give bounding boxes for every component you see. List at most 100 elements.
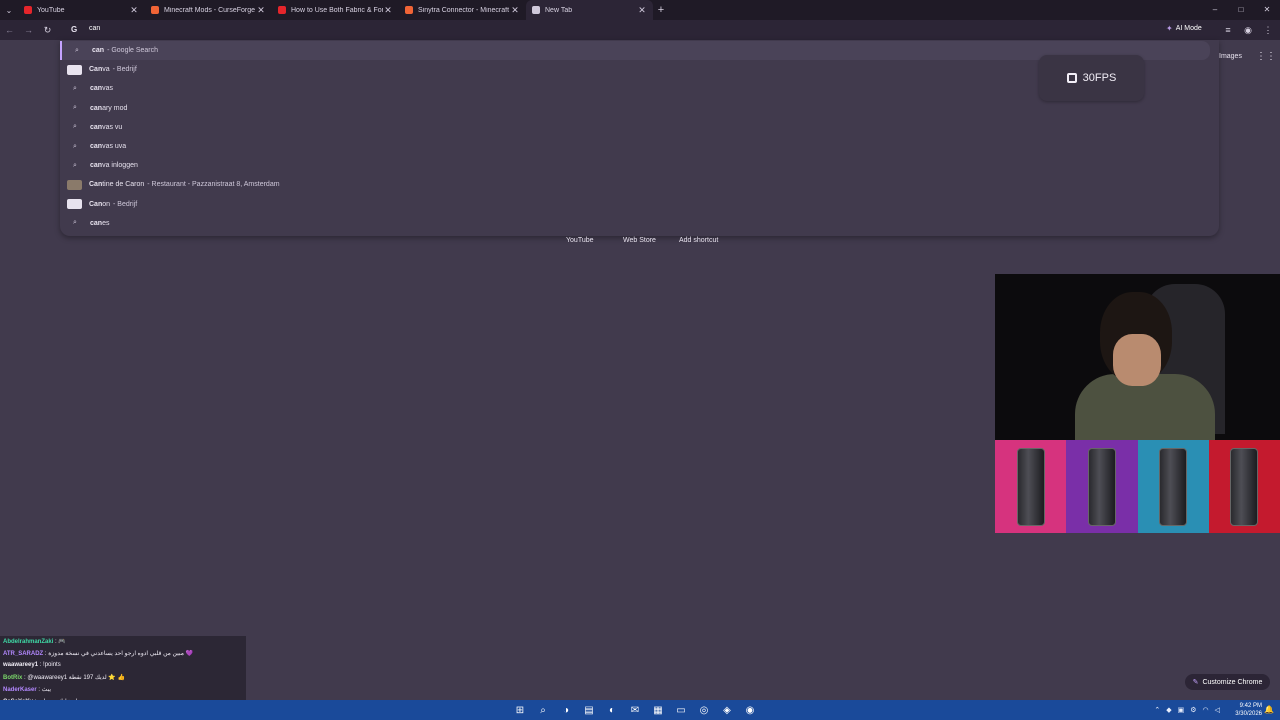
chat-username: NaderKaser <box>3 687 37 693</box>
suggestion-match: can <box>90 104 103 112</box>
suggestion-item[interactable]: ⌕ can ary mod <box>60 99 1210 118</box>
suggestion-text: es <box>102 219 110 227</box>
toolbar-actions: ≡ ◉ ⋮ <box>1222 20 1274 40</box>
system-tray: ⌃ ◆ ▣ ⚙ ◠ ◁ <box>1154 700 1220 720</box>
tab-close-icon[interactable]: ✕ <box>256 5 266 16</box>
tab-close-icon[interactable]: ✕ <box>383 5 393 16</box>
site-favicon-icon <box>67 199 82 210</box>
edge-icon[interactable]: ◐ <box>604 702 620 718</box>
images-link[interactable]: Images <box>1219 53 1242 60</box>
steam-icon[interactable]: ◈ <box>719 702 735 718</box>
suggestion-subtitle: - Bedrijf <box>113 200 138 208</box>
chat-text: : !points <box>39 662 61 668</box>
tray-icon[interactable]: ◆ <box>1166 706 1171 714</box>
chrome-profile-icon[interactable]: ◉ <box>742 702 758 718</box>
shortcut-web-store[interactable]: Web Store <box>623 237 656 244</box>
chat-username: waawareey1 <box>3 662 39 668</box>
chat-username: BotRix <box>3 675 23 681</box>
forward-button[interactable]: → <box>19 25 38 35</box>
suggestion-item[interactable]: ⌕ can vas <box>60 79 1210 98</box>
suggestion-item[interactable]: ⌕ can es <box>60 214 1210 233</box>
tab-2[interactable]: How to Use Both Fabric & Forg ✕ <box>272 0 399 20</box>
taskbar-icons: ⊞ ⌕ ◑ ▤ ◐ ✉ ▦ ▭ ◎ ◈ ◉ <box>512 700 758 720</box>
browser-toolbar: ← → ↻ <box>0 20 1280 40</box>
suggestion-match: can <box>90 123 103 131</box>
suggestion-item[interactable]: ⌕ can - Google Search <box>60 41 1210 60</box>
ai-mode-button[interactable]: ✦ AI Mode <box>1166 24 1202 33</box>
suggestion-item[interactable]: Can va - Bedrijf <box>60 60 1210 79</box>
notification-bell-icon[interactable]: 🔔 <box>1264 705 1274 714</box>
omnibox-input[interactable]: can <box>89 25 100 32</box>
energy-can-icon <box>1159 447 1188 526</box>
suggestion-subtitle: - Google Search <box>107 47 159 54</box>
suggestion-match: can <box>92 47 105 54</box>
chat-username: AbdelrahmanZaki <box>3 639 54 645</box>
tab-4[interactable]: New Tab ✕ <box>526 0 653 20</box>
tab-1[interactable]: Minecraft Mods - CurseForge ✕ <box>145 0 272 20</box>
wifi-icon[interactable]: ◠ <box>1203 706 1209 714</box>
copilot-icon[interactable]: ◑ <box>558 702 574 718</box>
reload-button[interactable]: ↻ <box>38 25 57 36</box>
windows-taskbar: ⊞ ⌕ ◑ ▤ ◐ ✉ ▦ ▭ ◎ ◈ ◉ ⌃ ◆ ▣ ⚙ ◠ ◁ 9:42 PM 3/30/202… <box>0 700 1280 720</box>
suggestion-item[interactable]: ⌕ can vas vu <box>60 118 1210 137</box>
suggestion-match: can <box>90 85 103 93</box>
webcam-overlay <box>995 274 1280 440</box>
close-button[interactable]: ✕ <box>1254 0 1280 20</box>
tray-icon[interactable]: ▣ <box>1178 706 1185 714</box>
suggestion-item[interactable]: Can on - Bedrijf <box>60 195 1210 214</box>
store-icon[interactable]: ▦ <box>650 702 666 718</box>
files-icon[interactable]: ▤ <box>581 702 597 718</box>
volume-icon[interactable]: ◁ <box>1215 706 1220 714</box>
apps-grid-icon[interactable]: ⋮⋮⋮ <box>1256 51 1280 62</box>
chrome-icon[interactable]: ◎ <box>696 702 712 718</box>
tab-search-menu-button[interactable]: ⌄ <box>0 0 18 20</box>
tab-close-icon[interactable]: ✕ <box>129 5 139 16</box>
fps-icon <box>1066 73 1077 83</box>
tab-3[interactable]: Sinytra Connector - Minecraft M ✕ <box>399 0 526 20</box>
suggestion-subtitle: - Restaurant - Pazzanistraat 8, Amsterda… <box>147 181 280 189</box>
search-icon[interactable]: ⌕ <box>535 702 551 718</box>
suggestion-item[interactable]: Can tine de Caron - Restaurant - Pazzanis… <box>60 175 1210 194</box>
tab-list: YouTube ✕ Minecraft Mods - CurseForge ✕ How … <box>18 0 653 20</box>
profile-icon[interactable]: ◉ <box>1242 25 1254 36</box>
suggestion-subtitle: - Bedrijf <box>112 66 137 74</box>
tab-groups-icon[interactable]: ≡ <box>1222 25 1234 35</box>
tray-icon[interactable]: ⌃ <box>1154 706 1160 714</box>
suggestion-text: on <box>102 200 111 208</box>
suggestion-item[interactable]: ⌕ can va inloggen <box>60 156 1210 175</box>
menu-icon[interactable]: ⋮ <box>1262 25 1274 36</box>
chat-message: AbdelrahmanZaki : 🎮 <box>3 638 66 645</box>
suggestion-text: vas uva <box>102 143 127 150</box>
chat-text: : 🎮 <box>55 639 66 645</box>
shortcut-youtube[interactable]: YouTube <box>566 237 594 244</box>
shortcut-add[interactable]: Add shortcut <box>679 237 718 244</box>
clock-time: 9:42 PM <box>1239 703 1262 709</box>
mail-icon[interactable]: ✉ <box>627 702 643 718</box>
chat-username: ATR_SARADZ <box>3 651 44 657</box>
minimize-button[interactable]: – <box>1202 0 1228 20</box>
tab-title: Minecraft Mods - CurseForge <box>164 6 256 14</box>
taskbar-clock[interactable]: 9:42 PM 3/30/2026 <box>1235 702 1262 718</box>
tab-close-icon[interactable]: ✕ <box>637 5 647 16</box>
sponsor-can-red <box>1208 440 1280 533</box>
suggestion-text: ary mod <box>102 104 128 112</box>
suggestion-item[interactable]: ⌕ can vas uva <box>60 137 1210 156</box>
suggestion-match: can <box>90 143 103 150</box>
tab-close-icon[interactable]: ✕ <box>510 5 520 16</box>
customize-chrome-button[interactable]: ✎ Customize Chrome <box>1185 674 1270 690</box>
new-tab-button[interactable]: + <box>653 4 669 16</box>
chat-message: NaderKaser : يبث <box>3 686 51 693</box>
maximize-button[interactable]: □ <box>1228 0 1254 20</box>
tab-0[interactable]: YouTube ✕ <box>18 0 145 20</box>
sponsor-can-pink <box>995 440 1067 533</box>
tab-title: How to Use Both Fabric & Forg <box>291 6 383 14</box>
suggestion-match: Can <box>89 200 103 208</box>
tray-icon[interactable]: ⚙ <box>1190 706 1196 714</box>
pencil-icon: ✎ <box>1192 679 1199 686</box>
search-icon: ⌕ <box>75 46 79 54</box>
back-button[interactable]: ← <box>0 25 19 35</box>
sponsor-can-purple <box>1066 440 1138 533</box>
windows-start-icon[interactable]: ⊞ <box>512 702 528 718</box>
chat-message: ATR_SARADZ : مبين من قلبي ادوه ارجو احد … <box>3 650 193 657</box>
notes-icon[interactable]: ▭ <box>673 702 689 718</box>
